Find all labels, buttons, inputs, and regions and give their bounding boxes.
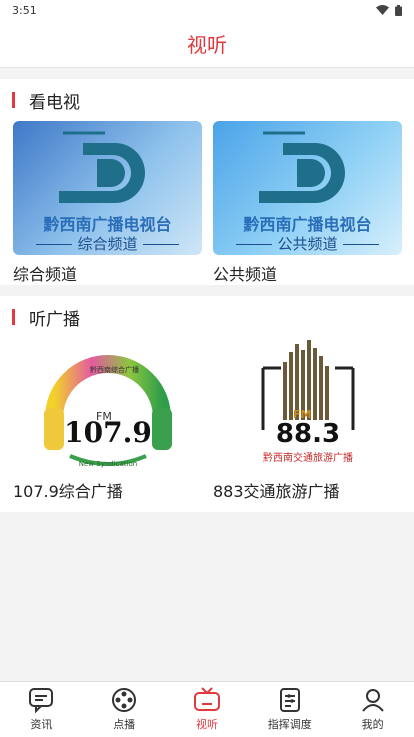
tab-label: 视听 <box>195 718 218 731</box>
radio-station-label[interactable]: 107.9综合广播 <box>13 472 202 502</box>
thumb-channel-name: 综合频道 <box>77 235 138 253</box>
chat-icon <box>29 688 54 713</box>
tab-vod[interactable]: 点播 <box>83 682 166 737</box>
tv-channel-thumbnail[interactable]: 黔西南广播电视台 综合频道 <box>13 121 202 255</box>
tv-section-title: 看电视 <box>29 92 80 113</box>
logo-top-text: 黔西南综合广播 <box>90 365 139 374</box>
station-logo-icon <box>259 131 345 203</box>
thumb-station-name: 黔西南广播电视台 <box>243 215 372 234</box>
fm1079-logo-icon: 黔西南综合广播 FM 107.9 New Syndication <box>43 355 172 468</box>
tv-channel-list: 黔西南广播电视台 综合频道 综合频道 黔西南广播电视台 公共频道 公共频道 <box>0 121 414 285</box>
svg-text:107.9: 107.9 <box>64 416 152 449</box>
radio-station-883[interactable]: FM 88.3 黔西南交通旅游广播 883交通旅游广播 <box>213 338 402 502</box>
tv-channel-label[interactable]: 综合频道 <box>13 255 202 285</box>
thumb-channel-name-row: 公共频道 <box>213 233 402 254</box>
tab-label: 我的 <box>361 718 384 731</box>
status-icons <box>376 4 402 16</box>
svg-text:88.3: 88.3 <box>275 419 339 449</box>
page-title: 视听 <box>187 33 227 57</box>
radio-station-list: 黔西南综合广播 FM 107.9 New Syndication 107.9综合… <box>0 338 414 512</box>
tab-dispatch[interactable]: 指挥调度 <box>248 682 331 737</box>
section-accent-bar <box>12 309 15 325</box>
bottom-tab-bar: 资讯 点播 视听 指挥调度 我的 <box>0 681 414 737</box>
tab-label: 资讯 <box>30 718 53 731</box>
tab-audiovisual[interactable]: 视听 <box>166 682 249 737</box>
radio-station-label[interactable]: 883交通旅游广播 <box>213 472 402 502</box>
user-icon <box>361 689 384 712</box>
radio-section-title: 听广播 <box>29 309 80 330</box>
tv-channel-label[interactable]: 公共频道 <box>213 255 402 285</box>
tv-channel-zonghe[interactable]: 黔西南广播电视台 综合频道 综合频道 <box>13 121 202 285</box>
tab-label: 点播 <box>113 718 136 731</box>
tv-channel-thumbnail[interactable]: 黔西南广播电视台 公共频道 <box>213 121 402 255</box>
tv-icon <box>193 687 220 711</box>
battery-icon <box>395 4 402 16</box>
tv-channel-gonggong[interactable]: 黔西南广播电视台 公共频道 公共频道 <box>213 121 402 285</box>
radio-section-header: 听广播 <box>0 296 414 338</box>
svg-text:黔西南交通旅游广播: 黔西南交通旅游广播 <box>263 451 353 464</box>
thumb-channel-name-row: 综合频道 <box>13 233 202 254</box>
tab-label: 指挥调度 <box>267 718 312 731</box>
radio-station-1079[interactable]: 黔西南综合广播 FM 107.9 New Syndication 107.9综合… <box>13 338 202 502</box>
tab-news[interactable]: 资讯 <box>0 682 83 737</box>
film-reel-icon <box>112 688 137 712</box>
fm883-logo-icon: FM 88.3 黔西南交通旅游广播 <box>256 340 359 464</box>
thumb-station-name: 黔西南广播电视台 <box>43 215 172 234</box>
status-bar: 3:51 <box>0 0 414 20</box>
page-header: 视听 <box>0 20 414 68</box>
station-logo-icon <box>59 131 145 203</box>
radio-station-thumbnail[interactable]: 黔西南综合广播 FM 107.9 New Syndication <box>13 338 202 472</box>
radio-section: 听广播 黔西南综合广播 FM 107.9 New Syndication 107… <box>0 296 414 512</box>
svg-text:New Syndication: New Syndication <box>78 460 136 468</box>
thumb-channel-name: 公共频道 <box>277 235 338 253</box>
tv-section: 看电视 黔西南广播电视台 综合频道 综合频道 黔西南广播电视台 公共频道 公共频… <box>0 79 414 285</box>
tab-profile[interactable]: 我的 <box>331 682 414 737</box>
wifi-icon <box>376 5 389 15</box>
dispatch-icon <box>279 688 300 712</box>
section-accent-bar <box>12 92 15 108</box>
radio-station-thumbnail[interactable]: FM 88.3 黔西南交通旅游广播 <box>213 338 402 472</box>
tv-section-header: 看电视 <box>0 79 414 121</box>
status-time: 3:51 <box>12 3 37 17</box>
